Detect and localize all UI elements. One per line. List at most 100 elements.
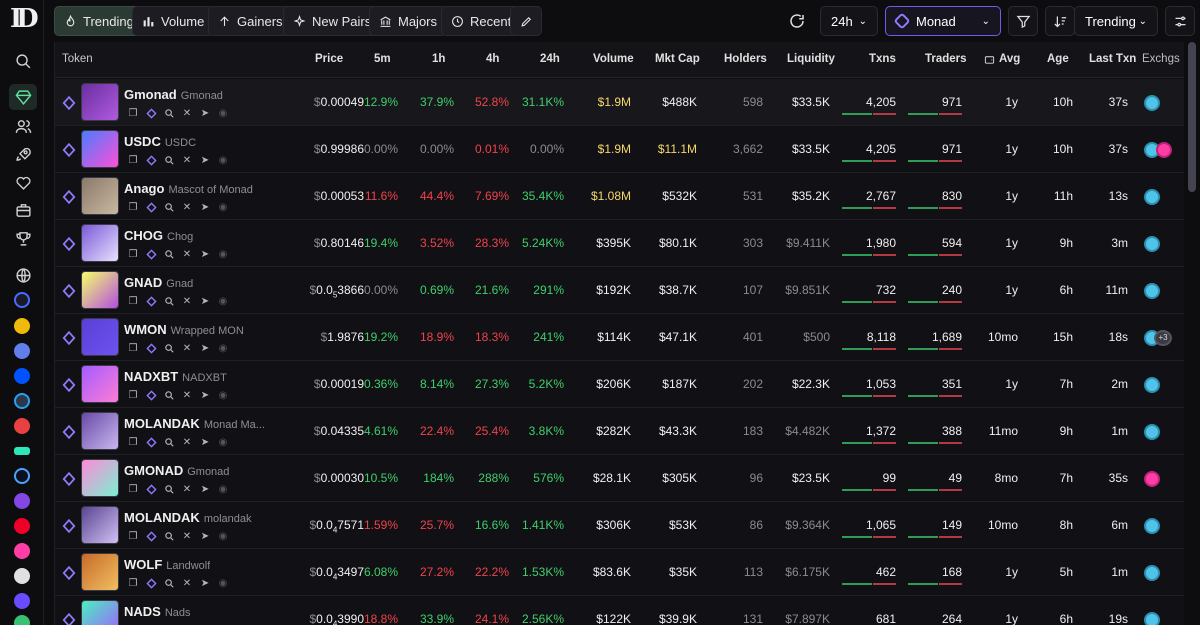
favorite-icon[interactable]	[62, 378, 76, 392]
exchange-icon[interactable]	[1144, 471, 1160, 487]
filter-gainers-button[interactable]: Gainers	[208, 6, 293, 36]
chain-white-icon[interactable]	[14, 568, 30, 584]
col-liquidity[interactable]: Liquidity	[787, 53, 835, 65]
col-price[interactable]: Price	[315, 53, 343, 65]
token-name[interactable]: Gmonad Gmonad	[124, 87, 223, 102]
filter-trending-button[interactable]: Trending	[54, 6, 144, 36]
col-5m[interactable]: 5m	[374, 53, 391, 65]
discord-icon[interactable]: ◉	[217, 389, 229, 401]
filter-volume-button[interactable]: Volume	[132, 6, 215, 36]
col-last-txn[interactable]: Last Txn	[1089, 53, 1136, 65]
chain-sui-icon[interactable]	[14, 468, 30, 484]
favorite-icon[interactable]	[62, 613, 76, 625]
search-icon[interactable]	[163, 248, 175, 260]
col-traders[interactable]: Traders	[925, 53, 967, 65]
globe-icon[interactable]	[9, 262, 37, 288]
app-logo[interactable]: ID	[10, 6, 39, 32]
chain-green-icon[interactable]	[14, 615, 30, 625]
discord-icon[interactable]: ◉	[217, 107, 229, 119]
search-icon[interactable]	[163, 530, 175, 542]
sort-select[interactable]: Trending ⌄	[1074, 6, 1158, 36]
search-icon[interactable]	[163, 154, 175, 166]
copy-icon[interactable]: ❐	[127, 201, 139, 213]
telegram-icon[interactable]: ➤	[199, 248, 211, 260]
exchange-icon[interactable]	[1144, 189, 1160, 205]
refresh-icon[interactable]	[788, 12, 806, 30]
discord-icon[interactable]: ◉	[217, 154, 229, 166]
favorite-icon[interactable]	[62, 237, 76, 251]
heart-icon[interactable]	[9, 169, 37, 195]
x-twitter-icon[interactable]: ✕	[181, 248, 193, 260]
search-icon[interactable]	[163, 107, 175, 119]
chain-base-icon[interactable]	[14, 368, 30, 384]
favorite-icon[interactable]	[62, 143, 76, 157]
discord-icon[interactable]: ◉	[217, 201, 229, 213]
telegram-icon[interactable]: ➤	[199, 107, 211, 119]
col-exchanges[interactable]: Exchgs	[1142, 53, 1180, 65]
copy-icon[interactable]: ❐	[127, 530, 139, 542]
favorite-icon[interactable]	[62, 190, 76, 204]
telegram-icon[interactable]: ➤	[199, 201, 211, 213]
x-twitter-icon[interactable]: ✕	[181, 154, 193, 166]
col-mkt-cap[interactable]: Mkt Cap	[655, 53, 700, 65]
exchange-icon[interactable]	[1144, 236, 1160, 252]
token-name[interactable]: Anago Mascot of Monad	[124, 181, 253, 196]
table-row[interactable]: NADXBT NADXBT ❐ ✕ ➤ ◉ $0.00019 0.36% 8.14% 2…	[55, 361, 1184, 408]
settings-button[interactable]	[1165, 6, 1195, 36]
table-row[interactable]: USDC USDC ❐ ✕ ➤ ◉ $0.99986 0.00% 0.00% 0.01%…	[55, 126, 1184, 173]
chain-polygon-icon[interactable]	[14, 493, 30, 509]
token-name[interactable]: WMON Wrapped MON	[124, 322, 244, 337]
discord-icon[interactable]: ◉	[217, 483, 229, 495]
search-icon[interactable]	[163, 483, 175, 495]
favorite-icon[interactable]	[62, 425, 76, 439]
exchange-icon[interactable]	[1144, 424, 1160, 440]
token-name[interactable]: NADXBT NADXBT	[124, 369, 227, 384]
copy-icon[interactable]: ❐	[127, 577, 139, 589]
col-volume[interactable]: Volume	[593, 53, 634, 65]
telegram-icon[interactable]: ➤	[199, 295, 211, 307]
favorite-icon[interactable]	[62, 96, 76, 110]
telegram-icon[interactable]: ➤	[199, 483, 211, 495]
copy-icon[interactable]: ❐	[127, 248, 139, 260]
timeframe-select[interactable]: 24h ⌄	[820, 6, 878, 36]
search-icon[interactable]	[163, 577, 175, 589]
token-name[interactable]: USDC USDC	[124, 134, 196, 149]
table-row[interactable]: WMON Wrapped MON ❐ ✕ ➤ ◉ $1.9876 19.2% 18.9…	[55, 314, 1184, 361]
token-name[interactable]: MOLANDAK Monad Ma...	[124, 416, 264, 431]
col-holders[interactable]: Holders	[724, 53, 767, 65]
briefcase-icon[interactable]	[9, 197, 37, 223]
telegram-icon[interactable]: ➤	[199, 342, 211, 354]
chain-arbitrum-icon[interactable]	[14, 393, 30, 409]
copy-icon[interactable]: ❐	[127, 436, 139, 448]
chain-pink-icon[interactable]	[14, 543, 30, 559]
discord-icon[interactable]: ◉	[217, 342, 229, 354]
x-twitter-icon[interactable]: ✕	[181, 389, 193, 401]
search-icon[interactable]	[163, 436, 175, 448]
chain-ethereum-icon[interactable]	[14, 343, 30, 359]
favorite-icon[interactable]	[62, 566, 76, 580]
search-icon[interactable]	[163, 201, 175, 213]
filter-button[interactable]	[1008, 6, 1038, 36]
telegram-icon[interactable]: ➤	[199, 154, 211, 166]
x-twitter-icon[interactable]: ✕	[181, 107, 193, 119]
x-twitter-icon[interactable]: ✕	[181, 577, 193, 589]
search-icon[interactable]	[163, 389, 175, 401]
copy-icon[interactable]: ❐	[127, 342, 139, 354]
copy-icon[interactable]: ❐	[127, 295, 139, 307]
col-1h[interactable]: 1h	[432, 53, 445, 65]
table-row[interactable]: NADSNads ❐ ✕ ➤ ◉ $0.04399018.8%33.9%24.1…	[55, 596, 1184, 625]
exchange-icon[interactable]	[1144, 518, 1160, 534]
chain-tron-icon[interactable]	[14, 518, 30, 534]
discord-icon[interactable]: ◉	[217, 577, 229, 589]
copy-icon[interactable]: ❐	[127, 483, 139, 495]
telegram-icon[interactable]: ➤	[199, 436, 211, 448]
exchange-icon[interactable]	[1144, 612, 1160, 625]
x-twitter-icon[interactable]: ✕	[181, 483, 193, 495]
exchange-icon[interactable]	[1156, 142, 1172, 158]
token-name[interactable]: MOLANDAK molandak	[124, 510, 252, 525]
search-icon[interactable]	[163, 342, 175, 354]
favorite-icon[interactable]	[62, 284, 76, 298]
chain-hyperliquid-icon[interactable]	[14, 447, 30, 455]
x-twitter-icon[interactable]: ✕	[181, 436, 193, 448]
copy-icon[interactable]: ❐	[127, 389, 139, 401]
